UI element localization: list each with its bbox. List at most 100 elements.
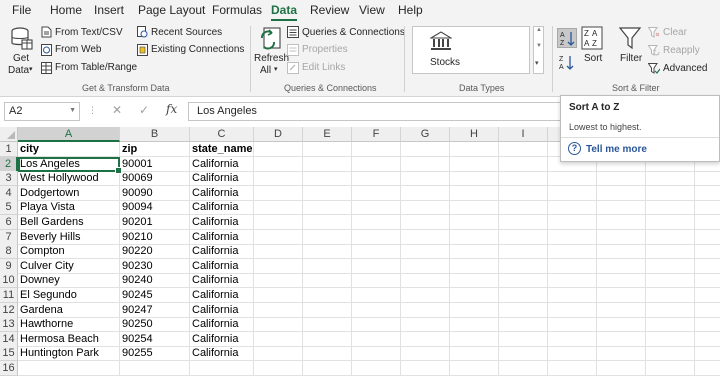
cell-a8[interactable]: Compton: [18, 244, 120, 259]
cell-j7[interactable]: [548, 230, 597, 245]
cell-f15[interactable]: [352, 346, 401, 361]
cell-j11[interactable]: [548, 288, 597, 303]
cell-e4[interactable]: [303, 186, 352, 201]
cell-a6[interactable]: Bell Gardens: [18, 215, 120, 230]
cell-f12[interactable]: [352, 303, 401, 318]
column-header-c[interactable]: C: [190, 127, 254, 142]
cell-e7[interactable]: [303, 230, 352, 245]
cell-j4[interactable]: [548, 186, 597, 201]
cell-i1[interactable]: [499, 142, 548, 157]
cell-i7[interactable]: [499, 230, 548, 245]
row-header[interactable]: 9: [0, 259, 18, 274]
cell-e14[interactable]: [303, 332, 352, 347]
column-header-i[interactable]: I: [499, 127, 548, 142]
cell-k3[interactable]: [597, 171, 646, 186]
cell-m5[interactable]: [695, 200, 720, 215]
cell-f7[interactable]: [352, 230, 401, 245]
cell-f13[interactable]: [352, 317, 401, 332]
cell-m16[interactable]: [695, 361, 720, 376]
row-header[interactable]: 12: [0, 303, 18, 318]
row-header[interactable]: 13: [0, 317, 18, 332]
cell-j10[interactable]: [548, 273, 597, 288]
cell-d3[interactable]: [254, 171, 303, 186]
sort-a-to-z-button[interactable]: A Z: [557, 28, 577, 48]
cell-i3[interactable]: [499, 171, 548, 186]
cell-l8[interactable]: [646, 244, 695, 259]
cell-k4[interactable]: [597, 186, 646, 201]
cell-c5[interactable]: California: [190, 200, 254, 215]
cell-b16[interactable]: [120, 361, 190, 376]
cell-b1[interactable]: zip: [120, 142, 190, 157]
cell-l12[interactable]: [646, 303, 695, 318]
cell-g12[interactable]: [401, 303, 450, 318]
sort-z-to-a-button[interactable]: Z A: [557, 53, 577, 73]
cell-a15[interactable]: Huntington Park: [18, 346, 120, 361]
cell-b13[interactable]: 90250: [120, 317, 190, 332]
cell-i14[interactable]: [499, 332, 548, 347]
cell-g11[interactable]: [401, 288, 450, 303]
tab-insert[interactable]: Insert: [94, 3, 124, 17]
cell-j5[interactable]: [548, 200, 597, 215]
cell-j13[interactable]: [548, 317, 597, 332]
cell-i11[interactable]: [499, 288, 548, 303]
cell-a5[interactable]: Playa Vista: [18, 200, 120, 215]
cell-f9[interactable]: [352, 259, 401, 274]
cell-a3[interactable]: West Hollywood: [18, 171, 120, 186]
cell-m7[interactable]: [695, 230, 720, 245]
cell-d16[interactable]: [254, 361, 303, 376]
cell-j16[interactable]: [548, 361, 597, 376]
cell-b2[interactable]: 90001: [120, 157, 190, 172]
cell-f14[interactable]: [352, 332, 401, 347]
tell-me-more-link[interactable]: Tell me more: [586, 144, 647, 155]
cell-m4[interactable]: [695, 186, 720, 201]
cell-m8[interactable]: [695, 244, 720, 259]
cell-l10[interactable]: [646, 273, 695, 288]
cell-c15[interactable]: California: [190, 346, 254, 361]
cell-m9[interactable]: [695, 259, 720, 274]
cell-g4[interactable]: [401, 186, 450, 201]
cell-g16[interactable]: [401, 361, 450, 376]
cell-b3[interactable]: 90069: [120, 171, 190, 186]
cell-e8[interactable]: [303, 244, 352, 259]
tab-formulas[interactable]: Formulas: [212, 3, 262, 17]
cell-h2[interactable]: [450, 157, 499, 172]
cell-g1[interactable]: [401, 142, 450, 157]
cell-c16[interactable]: [190, 361, 254, 376]
cell-c13[interactable]: California: [190, 317, 254, 332]
help-icon[interactable]: ?: [568, 142, 581, 155]
cell-l3[interactable]: [646, 171, 695, 186]
cell-e11[interactable]: [303, 288, 352, 303]
enter-icon[interactable]: ✓: [139, 103, 149, 117]
cell-l4[interactable]: [646, 186, 695, 201]
cell-a1[interactable]: city: [18, 142, 120, 157]
column-header-e[interactable]: E: [303, 127, 352, 142]
cell-l15[interactable]: [646, 346, 695, 361]
cell-b12[interactable]: 90247: [120, 303, 190, 318]
cell-j6[interactable]: [548, 215, 597, 230]
cell-m11[interactable]: [695, 288, 720, 303]
row-header[interactable]: 8: [0, 244, 18, 259]
cell-b5[interactable]: 90094: [120, 200, 190, 215]
cell-k13[interactable]: [597, 317, 646, 332]
tab-help[interactable]: Help: [398, 3, 423, 17]
cell-a10[interactable]: Downey: [18, 273, 120, 288]
cell-k15[interactable]: [597, 346, 646, 361]
cell-k16[interactable]: [597, 361, 646, 376]
cell-c12[interactable]: California: [190, 303, 254, 318]
cell-d6[interactable]: [254, 215, 303, 230]
cell-k7[interactable]: [597, 230, 646, 245]
cell-a4[interactable]: Dodgertown: [18, 186, 120, 201]
cell-h1[interactable]: [450, 142, 499, 157]
row-header[interactable]: 2: [0, 157, 18, 172]
cell-k11[interactable]: [597, 288, 646, 303]
cell-d9[interactable]: [254, 259, 303, 274]
cell-m15[interactable]: [695, 346, 720, 361]
cell-h5[interactable]: [450, 200, 499, 215]
cell-h13[interactable]: [450, 317, 499, 332]
cell-e15[interactable]: [303, 346, 352, 361]
cell-e6[interactable]: [303, 215, 352, 230]
cell-j15[interactable]: [548, 346, 597, 361]
row-header[interactable]: 6: [0, 215, 18, 230]
cell-c6[interactable]: California: [190, 215, 254, 230]
cell-b9[interactable]: 90230: [120, 259, 190, 274]
